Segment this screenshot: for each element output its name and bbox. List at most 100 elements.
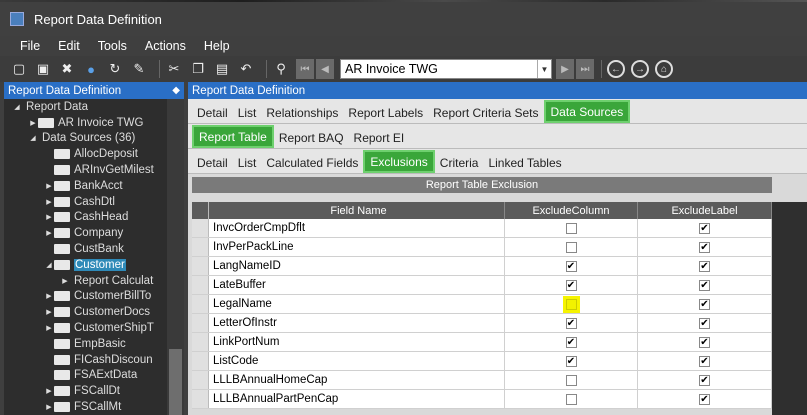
table-row[interactable]: LinkPortNum ✔ ✔ [192, 333, 772, 352]
exclude-label-checkbox[interactable]: ✔ [699, 279, 710, 291]
exclude-label-checkbox[interactable]: ✔ [699, 374, 710, 386]
chat-icon[interactable]: ● [82, 60, 100, 78]
tree-node[interactable]: ▶ FSCallMt [4, 399, 184, 415]
row-selector[interactable] [192, 238, 209, 256]
forward-icon[interactable]: → [631, 60, 649, 78]
tree-node[interactable]: FICashDiscoun [4, 352, 184, 368]
exclude-column-checkbox[interactable] [565, 298, 577, 310]
expanded-arrow-icon[interactable]: ◢ [44, 261, 54, 269]
expanded-arrow-icon[interactable]: ◢ [28, 134, 38, 142]
collapsed-arrow-icon[interactable]: ▶ [44, 324, 54, 332]
row-selector[interactable] [192, 219, 209, 237]
exclude-column-checkbox[interactable] [565, 374, 577, 386]
exclude-label-checkbox[interactable]: ✔ [699, 317, 710, 329]
collapsed-arrow-icon[interactable]: ▶ [60, 277, 70, 285]
tree-node[interactable]: ARInvGetMilest [4, 162, 184, 178]
menu-edit[interactable]: Edit [58, 39, 80, 53]
tab-report-baq[interactable]: Report BAQ [274, 127, 349, 148]
tab-detail[interactable]: Detail [192, 102, 233, 123]
tree-scrollbar[interactable] [167, 99, 184, 415]
exclude-column-checkbox[interactable] [565, 393, 577, 405]
exclude-label-checkbox[interactable]: ✔ [699, 241, 710, 253]
tree-node[interactable]: FSAExtData [4, 368, 184, 384]
tab-report-criteria-sets[interactable]: Report Criteria Sets [428, 102, 543, 123]
tab-list[interactable]: List [233, 152, 262, 173]
exclude-column-checkbox[interactable]: ✔ [565, 317, 577, 329]
collapsed-arrow-icon[interactable]: ▶ [44, 387, 54, 395]
row-selector[interactable] [192, 295, 209, 313]
table-row[interactable]: LLLBAnnualHomeCap ✔ [192, 371, 772, 390]
exclude-label-checkbox[interactable]: ✔ [699, 298, 710, 310]
tree-node[interactable]: ◢ Data Sources (36) [4, 131, 184, 147]
tree-node[interactable]: ▶ CustomerShipT [4, 320, 184, 336]
next-record-icon[interactable]: ▶ [556, 59, 574, 79]
tab-report-ei[interactable]: Report EI [349, 127, 410, 148]
exclude-column-checkbox[interactable]: ✔ [565, 260, 577, 272]
tab-data-sources[interactable]: Data Sources [543, 100, 631, 123]
table-row[interactable]: LateBuffer ✔ ✔ [192, 276, 772, 295]
column-header-field-name[interactable]: Field Name [209, 202, 505, 219]
tree-node[interactable]: ▶ Report Calculat [4, 273, 184, 289]
tree-node[interactable]: ▶ CashHead [4, 210, 184, 226]
exclude-label-checkbox[interactable]: ✔ [699, 222, 710, 234]
menu-help[interactable]: Help [204, 39, 230, 53]
tab-report-labels[interactable]: Report Labels [343, 102, 428, 123]
exclude-column-checkbox[interactable] [565, 241, 577, 253]
collapsed-arrow-icon[interactable]: ▶ [44, 182, 54, 190]
tree-node[interactable]: AllocDeposit [4, 146, 184, 162]
row-selector[interactable] [192, 371, 209, 389]
scrollbar-thumb[interactable] [169, 349, 182, 415]
exclude-label-checkbox[interactable]: ✔ [699, 260, 710, 272]
tree-node[interactable]: ▶ CustomerBillTo [4, 289, 184, 305]
tab-relationships[interactable]: Relationships [261, 102, 343, 123]
menu-actions[interactable]: Actions [145, 39, 186, 53]
table-row[interactable]: LangNameID ✔ ✔ [192, 257, 772, 276]
menu-tools[interactable]: Tools [98, 39, 127, 53]
tree-node[interactable]: EmpBasic [4, 336, 184, 352]
row-selector[interactable] [192, 333, 209, 351]
exclude-label-checkbox[interactable]: ✔ [699, 393, 710, 405]
row-selector[interactable] [192, 314, 209, 332]
row-selector[interactable] [192, 257, 209, 275]
collapsed-arrow-icon[interactable]: ▶ [44, 229, 54, 237]
tree-node[interactable]: CustBank [4, 241, 184, 257]
row-selector[interactable] [192, 276, 209, 294]
save-icon[interactable]: ▣ [34, 60, 52, 78]
tree-node[interactable]: ▶ CustomerDocs [4, 304, 184, 320]
paste-icon[interactable]: ▤ [213, 60, 231, 78]
row-selector[interactable] [192, 352, 209, 370]
search-icon[interactable]: ⚲ [272, 60, 290, 78]
tree-node[interactable]: ▶ Company [4, 225, 184, 241]
tab-report-table[interactable]: Report Table [192, 125, 274, 148]
back-icon[interactable]: ← [607, 60, 625, 78]
collapsed-arrow-icon[interactable]: ▶ [44, 292, 54, 300]
cut-icon[interactable]: ✂ [165, 60, 183, 78]
previous-record-icon[interactable]: ◀ [316, 59, 334, 79]
last-record-icon[interactable]: ⏭ [576, 59, 594, 79]
chevron-down-icon[interactable]: ▼ [537, 60, 551, 78]
table-row[interactable]: InvPerPackLine ✔ [192, 238, 772, 257]
tree-node[interactable]: ▶ CashDtl [4, 194, 184, 210]
column-header-exclude-label[interactable]: ExcludeLabel [638, 202, 772, 219]
collapsed-arrow-icon[interactable]: ▶ [44, 198, 54, 206]
tab-exclusions[interactable]: Exclusions [363, 150, 435, 173]
table-row[interactable]: LetterOfInstr ✔ ✔ [192, 314, 772, 333]
tree-node[interactable]: ▶ FSCallDt [4, 383, 184, 399]
pin-icon[interactable]: ◆ [172, 85, 180, 96]
row-selector[interactable] [192, 390, 209, 408]
exclude-label-checkbox[interactable]: ✔ [699, 355, 710, 367]
table-row[interactable]: LLLBAnnualPartPenCap ✔ [192, 390, 772, 409]
tab-calculated-fields[interactable]: Calculated Fields [261, 152, 363, 173]
tree-node[interactable]: ◢ Customer [4, 257, 184, 273]
table-row[interactable]: LegalName ✔ [192, 295, 772, 314]
menu-file[interactable]: File [20, 39, 40, 53]
tab-detail[interactable]: Detail [192, 152, 233, 173]
collapsed-arrow-icon[interactable]: ▶ [44, 403, 54, 411]
clear-icon[interactable]: ✎ [130, 60, 148, 78]
exclude-label-checkbox[interactable]: ✔ [699, 336, 710, 348]
delete-icon[interactable]: ✖ [58, 60, 76, 78]
tree-node[interactable]: ▶ AR Invoice TWG [4, 115, 184, 131]
collapsed-arrow-icon[interactable]: ▶ [44, 213, 54, 221]
tab-linked-tables[interactable]: Linked Tables [483, 152, 566, 173]
collapsed-arrow-icon[interactable]: ▶ [44, 308, 54, 316]
